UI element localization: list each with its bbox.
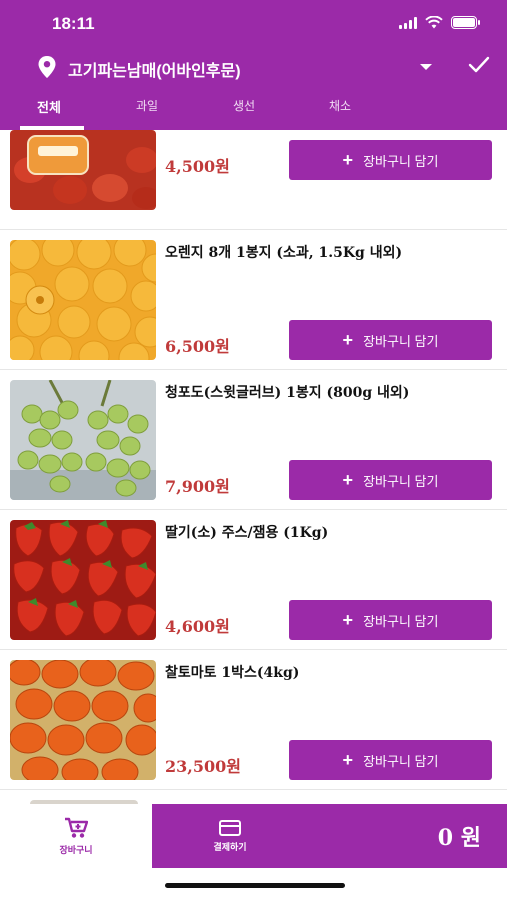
product-image[interactable]	[10, 380, 156, 500]
product-image[interactable]	[10, 240, 156, 360]
plus-icon: +	[342, 750, 354, 770]
tab-fruit[interactable]: 과일	[136, 97, 158, 114]
product-price: 4,500원	[165, 157, 230, 176]
tab-fish[interactable]: 생선	[233, 97, 255, 114]
product-price: 6,500원	[165, 337, 230, 356]
add-to-cart-button[interactable]: + 장바구니 담기	[289, 740, 492, 780]
add-to-cart-button[interactable]: + 장바구니 담기	[289, 140, 492, 180]
plus-icon: +	[342, 150, 354, 170]
category-tabs: 전체 과일 생선 채소	[0, 90, 507, 130]
product-item: 딸기(소) 주스/잼용 (1Kg) 4,600원 + 장바구니 담기	[0, 510, 507, 650]
location-bar[interactable]: 고기파는남매(어바인후문)	[0, 50, 507, 86]
signal-icon	[399, 16, 417, 29]
add-to-cart-label: 장바구니 담기	[363, 153, 439, 169]
plus-icon: +	[342, 470, 354, 490]
bottom-bar: 장바구니 결제하기 0 원	[0, 804, 507, 868]
checkout-tab[interactable]: 결제하기	[152, 804, 308, 868]
add-to-cart-label: 장바구니 담기	[363, 613, 439, 629]
product-name[interactable]: 오렌지 8개 1봉지 (소과, 1.5Kg 내외)	[165, 242, 402, 262]
tab-vegetable[interactable]: 채소	[329, 97, 351, 114]
app-header: 18:11 고기파는남매(어바인후문) 전체 과일 생선 채소	[0, 0, 507, 130]
status-bar: 18:11	[0, 0, 507, 50]
add-to-cart-button[interactable]: + 장바구니 담기	[289, 600, 492, 640]
battery-icon	[451, 16, 480, 29]
cart-icon	[65, 817, 88, 838]
tab-all[interactable]: 전체	[37, 97, 61, 116]
cart-tab-label: 장바구니	[59, 844, 93, 855]
add-to-cart-label: 장바구니 담기	[363, 333, 439, 349]
credit-card-icon	[219, 819, 241, 836]
check-icon[interactable]	[468, 56, 490, 74]
add-to-cart-label: 장바구니 담기	[363, 753, 439, 769]
product-image[interactable]	[10, 520, 156, 640]
product-item	[0, 790, 507, 804]
add-to-cart-label: 장바구니 담기	[363, 473, 439, 489]
add-to-cart-button[interactable]: + 장바구니 담기	[289, 320, 492, 360]
store-location[interactable]: 고기파는남매(어바인후문)	[68, 57, 241, 81]
dropdown-icon[interactable]	[420, 64, 432, 70]
pin-icon	[38, 56, 56, 78]
status-icons	[399, 16, 480, 29]
product-list[interactable]: 4,500원 + 장바구니 담기 오렌지 8개 1봉지 (소과, 1.5Kg 내…	[0, 130, 507, 804]
product-name[interactable]: 청포도(스윗글러브) 1봉지 (800g 내외)	[165, 382, 409, 402]
home-indicator[interactable]	[165, 883, 345, 888]
status-time: 18:11	[52, 14, 95, 33]
product-name[interactable]: 딸기(소) 주스/잼용 (1Kg)	[165, 522, 328, 542]
product-price: 23,500원	[165, 757, 241, 776]
product-item: 오렌지 8개 1봉지 (소과, 1.5Kg 내외) 6,500원 + 장바구니 …	[0, 230, 507, 370]
add-to-cart-button[interactable]: + 장바구니 담기	[289, 460, 492, 500]
cart-total: 0 원	[437, 825, 481, 851]
product-image[interactable]	[10, 130, 156, 210]
product-item: 청포도(스윗글러브) 1봉지 (800g 내외) 7,900원 + 장바구니 담…	[0, 370, 507, 510]
checkout-tab-label: 결제하기	[213, 841, 247, 852]
wifi-icon	[425, 16, 443, 29]
product-item: 찰토마토 1박스(4kg) 23,500원 + 장바구니 담기	[0, 650, 507, 790]
product-item: 4,500원 + 장바구니 담기	[0, 130, 507, 230]
plus-icon: +	[342, 330, 354, 350]
cart-tab[interactable]: 장바구니	[0, 804, 152, 868]
plus-icon: +	[342, 610, 354, 630]
product-image[interactable]	[10, 660, 156, 780]
product-name[interactable]: 찰토마토 1박스(4kg)	[165, 662, 299, 682]
product-price: 4,600원	[165, 617, 230, 636]
product-price: 7,900원	[165, 477, 230, 496]
